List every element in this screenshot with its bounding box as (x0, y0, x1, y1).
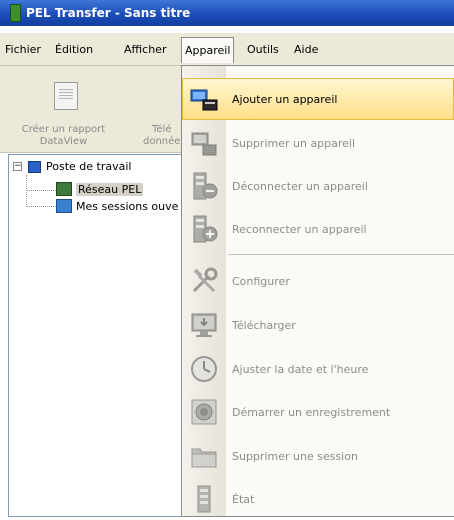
folder-icon (191, 448, 217, 468)
reconnect-device-icon (193, 215, 218, 243)
menu-item-start-recording[interactable]: Démarrer un enregistrement (183, 391, 453, 433)
tree-item-reseau-pel[interactable]: Réseau PEL (56, 182, 144, 196)
menu-item-label: Configurer (232, 274, 290, 288)
menu-bar: Fichier Édition Afficher Appareil Outils… (0, 33, 454, 66)
menu-item-configure[interactable]: Configurer (183, 260, 453, 302)
add-device-icon (190, 89, 218, 111)
menu-item-label: État (232, 492, 255, 506)
disconnect-device-icon (193, 172, 218, 200)
device-tree: − Poste de travail Réseau PEL Mes sessio… (8, 154, 184, 517)
menu-item-label: Ajuster la date et l'heure (232, 362, 369, 376)
sessions-icon (56, 199, 72, 213)
menu-item-delete-session[interactable]: Supprimer une session (183, 435, 453, 477)
download-label: Télé (152, 124, 172, 135)
configure-tools-icon (192, 267, 218, 293)
create-report-button[interactable]: Créer un rapport DataView (6, 124, 121, 148)
menu-item-label: Ajouter un appareil (232, 92, 338, 106)
menu-appareil[interactable]: Appareil (181, 37, 235, 63)
collapse-icon[interactable]: − (13, 162, 22, 171)
menu-edition[interactable]: Édition (55, 43, 93, 56)
menu-item-label: Supprimer un appareil (232, 136, 356, 150)
create-report-label: Créer un rapport (21, 124, 106, 135)
report-icon[interactable] (54, 82, 78, 110)
computer-icon (28, 160, 41, 173)
menu-aide[interactable]: Aide (294, 43, 318, 56)
tree-root-label: Poste de travail (46, 160, 132, 173)
window-title: PEL Transfer - Sans titre (26, 6, 191, 20)
menu-separator (228, 254, 454, 255)
network-icon (56, 182, 72, 196)
status-icon (197, 485, 211, 513)
title-bar: PEL Transfer - Sans titre (0, 0, 454, 26)
app-icon (10, 4, 21, 22)
menu-item-label: Démarrer un enregistrement (232, 405, 391, 419)
menu-fichier[interactable]: Fichier (5, 43, 41, 56)
menu-item-label: Reconnecter un appareil (232, 222, 367, 236)
toolbar: Créer un rapport DataView Télé donnée (0, 66, 185, 153)
menu-item-label: Télécharger (232, 318, 296, 332)
menu-item-reconnect-device[interactable]: Reconnecter un appareil (183, 208, 453, 250)
menu-item-remove-device[interactable]: Supprimer un appareil (183, 122, 453, 164)
menu-item-download[interactable]: Télécharger (183, 304, 453, 346)
remove-device-icon (191, 132, 217, 156)
menu-item-add-device[interactable]: Ajouter un appareil (182, 78, 454, 120)
download-monitor-icon (191, 313, 217, 337)
tree-item-sessions[interactable]: Mes sessions ouve (56, 199, 178, 213)
menu-item-status[interactable]: État (183, 478, 453, 520)
menu-item-adjust-datetime[interactable]: Ajuster la date et l'heure (183, 348, 453, 390)
create-report-sublabel: DataView (39, 136, 88, 147)
appareil-menu: Ajouter un appareil Supprimer un apparei… (181, 65, 454, 517)
clock-icon (191, 356, 217, 382)
menu-outils[interactable]: Outils (247, 43, 279, 56)
menu-item-label: Déconnecter un appareil (232, 179, 368, 193)
download-data-button[interactable]: Télé donnée (136, 124, 181, 148)
menu-item-disconnect-device[interactable]: Déconnecter un appareil (183, 165, 453, 207)
tree-root-poste[interactable]: − Poste de travail (13, 160, 131, 173)
download-sublabel: donnée (143, 136, 181, 147)
record-icon (191, 399, 217, 425)
menu-item-label: Supprimer une session (232, 449, 358, 463)
tree-item-label: Réseau PEL (76, 182, 144, 196)
tree-item-label: Mes sessions ouve (76, 199, 179, 213)
menu-afficher[interactable]: Afficher (124, 43, 166, 56)
